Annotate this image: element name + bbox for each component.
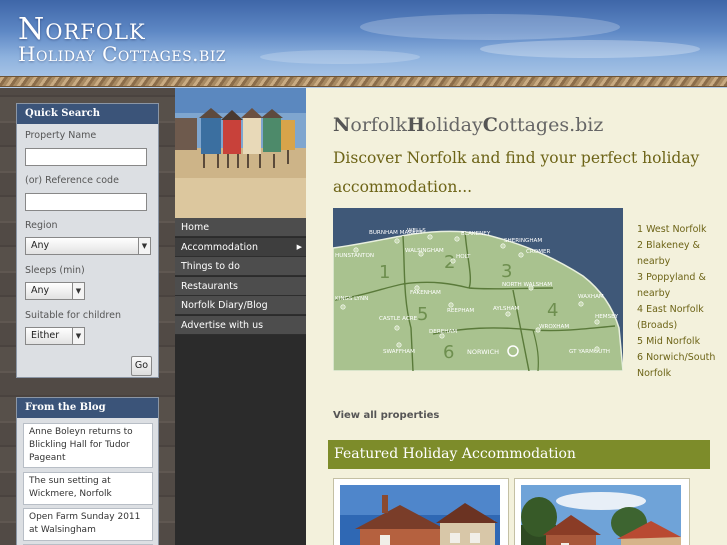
nav-item-label: Accommodation: [181, 242, 258, 253]
map-region-number[interactable]: 6: [443, 342, 454, 363]
blog-title: From the Blog: [17, 398, 158, 418]
map-region-number[interactable]: 4: [547, 300, 558, 321]
title-initial: H: [406, 114, 425, 136]
legend-link-west-norfolk[interactable]: 1 West Norfolk: [637, 222, 717, 238]
map-town-label[interactable]: GT YARMOUTH: [569, 349, 610, 355]
legend-link-poppyland[interactable]: 3 Poppyland & nearby: [637, 270, 717, 302]
title-initial: C: [482, 114, 498, 136]
map-town-label[interactable]: WELLS: [407, 228, 426, 234]
nav-item-label: Advertise with us: [181, 320, 264, 331]
map-town-label[interactable]: HUNSTANTON: [335, 253, 374, 259]
map-region-number[interactable]: 1: [379, 262, 390, 283]
featured-property-card[interactable]: [333, 478, 509, 545]
legend-link-mid-norfolk[interactable]: 5 Mid Norfolk: [637, 334, 717, 350]
map-legend: 1 West Norfolk 2 Blakeney & nearby 3 Pop…: [637, 222, 717, 382]
nav-item-things-to-do[interactable]: Things to do: [175, 257, 306, 276]
nav-item-label: Restaurants: [181, 281, 238, 292]
map-region-number[interactable]: 3: [501, 261, 512, 282]
map-town-label[interactable]: HOLT: [456, 254, 471, 260]
map-town-label[interactable]: REEPHAM: [447, 308, 474, 314]
map-town-label[interactable]: CASTLE ACRE: [379, 316, 418, 322]
map-town-label[interactable]: CROMER: [526, 249, 551, 255]
beach-huts-photo: [175, 88, 306, 218]
map-town-label[interactable]: BLAKENEY: [461, 231, 491, 237]
children-label: Suitable for children: [25, 310, 121, 321]
chevron-down-icon[interactable]: ▼: [138, 238, 150, 254]
site-logo-subtitle[interactable]: Holiday Cottages.biz: [18, 42, 226, 66]
view-all-properties-link[interactable]: View all properties: [333, 410, 439, 421]
region-select-value: Any: [31, 240, 50, 251]
map-town-label[interactable]: WAXHAM: [578, 294, 604, 300]
property-photo[interactable]: [340, 485, 514, 545]
property-photo[interactable]: [521, 485, 695, 545]
featured-property-card[interactable]: [514, 478, 690, 545]
title-part: oliday: [424, 114, 483, 136]
nav-item-restaurants[interactable]: Restaurants: [175, 277, 306, 296]
map-town-label[interactable]: FAKENHAM: [410, 290, 441, 296]
map-town-label[interactable]: NORWICH: [467, 348, 499, 356]
sleeps-label: Sleeps (min): [25, 265, 85, 276]
map-region-number[interactable]: 5: [417, 304, 428, 325]
nav-item-label: Things to do: [181, 261, 240, 272]
region-select[interactable]: Any ▼: [25, 237, 151, 255]
map-town-label[interactable]: SWAFFHAM: [383, 349, 415, 355]
page-title: NorfolkHolidayCottages.biz: [333, 114, 603, 136]
site-header: Norfolk Holiday Cottages.biz: [0, 0, 727, 88]
cloud: [360, 14, 620, 40]
property-name-input[interactable]: [25, 148, 147, 166]
map-town-label[interactable]: WALSINGHAM: [405, 248, 444, 254]
nav-item-label: Norfolk Diary/Blog: [181, 300, 268, 311]
featured-heading: Featured Holiday Accommodation: [328, 440, 710, 469]
map-town-label[interactable]: KINGS LYNN: [335, 296, 368, 302]
rope-divider: [0, 76, 727, 87]
chevron-right-icon: ▶: [296, 243, 302, 251]
sleeps-select[interactable]: Any ▼: [25, 282, 85, 300]
norfolk-regions-map[interactable]: 1 2 3 4 5 6 BURNHAM MARKET WELLS BLAKENE…: [332, 208, 624, 372]
map-town-label[interactable]: NORTH WALSHAM: [502, 282, 552, 288]
blog-item[interactable]: The sun setting at Wickmere, Norfolk: [23, 472, 153, 505]
quick-search-panel: Quick Search Property Name (or) Referenc…: [16, 103, 159, 378]
reference-code-label: (or) Reference code: [25, 175, 119, 186]
nav-item-diary-blog[interactable]: Norfolk Diary/Blog: [175, 296, 306, 315]
property-name-label: Property Name: [25, 130, 97, 141]
nav-item-accommodation[interactable]: Accommodation ▶: [175, 238, 306, 257]
nav-item-advertise[interactable]: Advertise with us: [175, 316, 306, 335]
blog-panel: From the Blog Anne Boleyn returns to Bli…: [16, 397, 159, 545]
go-button[interactable]: Go: [131, 356, 152, 376]
legend-link-norwich[interactable]: 6 Norwich/South Norfolk: [637, 350, 717, 382]
map-town-label[interactable]: SHERINGHAM: [504, 238, 542, 244]
navigation-column: Home Accommodation ▶ Things to do Restaur…: [175, 88, 306, 545]
quick-search-title: Quick Search: [17, 104, 158, 124]
title-part: orfolk: [350, 114, 407, 136]
cloud: [480, 40, 700, 58]
nav-item-home[interactable]: Home: [175, 218, 306, 237]
nav-item-label: Home: [181, 222, 210, 233]
title-initial: N: [333, 114, 351, 136]
blog-item[interactable]: Open Farm Sunday 2011 at Walsingham: [23, 508, 153, 541]
legend-link-blakeney[interactable]: 2 Blakeney & nearby: [637, 238, 717, 270]
map-town-label[interactable]: HEMSBY: [595, 314, 619, 320]
legend-link-east-norfolk[interactable]: 4 East Norfolk (Broads): [637, 302, 717, 334]
title-part: ottages.biz: [497, 114, 604, 136]
main-content: NorfolkHolidayCottages.biz Discover Norf…: [306, 88, 727, 545]
reference-code-input[interactable]: [25, 193, 147, 211]
children-select-value: Either: [31, 330, 60, 341]
map-town-label[interactable]: AYLSHAM: [493, 306, 520, 312]
region-label: Region: [25, 220, 58, 231]
map-town-label[interactable]: WROXHAM: [539, 324, 569, 330]
blog-item[interactable]: Anne Boleyn returns to Blickling Hall fo…: [23, 423, 153, 468]
children-select[interactable]: Either ▼: [25, 327, 85, 345]
chevron-down-icon[interactable]: ▼: [72, 283, 84, 299]
page-tagline: Discover Norfolk and find your perfect h…: [333, 149, 700, 196]
chevron-down-icon[interactable]: ▼: [72, 328, 84, 344]
cloud: [260, 50, 420, 64]
sleeps-select-value: Any: [31, 285, 50, 296]
